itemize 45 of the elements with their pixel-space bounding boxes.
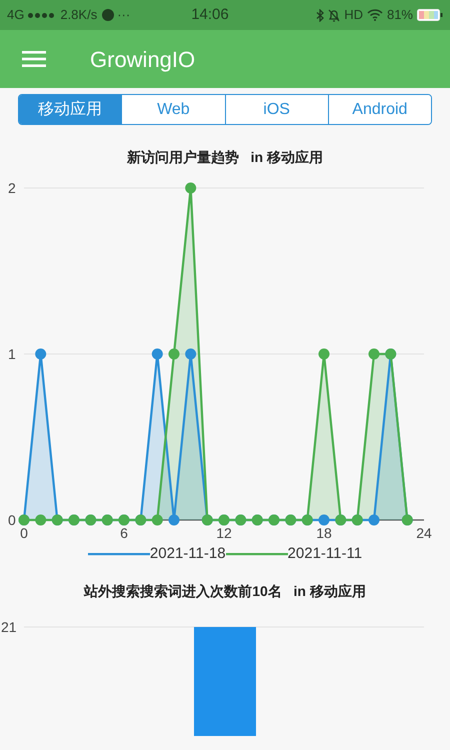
data-point	[168, 514, 180, 526]
x-axis-label: 12	[216, 525, 232, 541]
menu-icon[interactable]	[22, 50, 46, 68]
y-axis-label: 2	[8, 180, 16, 196]
wifi-icon	[366, 9, 383, 21]
data-point	[152, 514, 163, 526]
bluetooth-icon	[316, 8, 324, 22]
more-icon: ···	[117, 5, 130, 25]
data-point	[35, 514, 46, 526]
data-point	[168, 348, 180, 360]
legend-label: 2021-11-11	[288, 544, 362, 564]
legend-line-icon	[88, 552, 150, 556]
data-point	[318, 348, 330, 360]
tab[interactable]: Web	[121, 95, 224, 124]
network-speed: 2.8K/s	[60, 6, 98, 24]
data-point	[185, 182, 196, 194]
battery-icon	[417, 9, 443, 21]
legend-line-icon	[226, 552, 288, 556]
chart-title: 新访问用户量趋势 in 移动应用	[126, 148, 324, 167]
data-point	[185, 348, 196, 360]
data-point	[368, 514, 380, 526]
x-axis-label: 6	[120, 525, 128, 541]
signal-icon	[28, 12, 54, 18]
clock: 14:06	[191, 4, 229, 25]
data-point	[368, 348, 380, 360]
tab[interactable]: Android	[328, 95, 431, 124]
legend-label: 2021-11-18	[150, 544, 226, 564]
hd-label: HD	[344, 6, 363, 24]
y-axis-label: 0	[8, 512, 16, 528]
battery-level: 81%	[386, 6, 413, 24]
x-axis-label: 18	[316, 525, 332, 541]
app-title: GrowingIO	[90, 46, 196, 74]
data-point	[152, 348, 163, 360]
network-label: 4G	[7, 6, 24, 24]
y-axis-label: 1	[8, 346, 16, 362]
bell-off-icon	[328, 8, 340, 22]
tab[interactable]: 移动应用	[19, 95, 122, 124]
x-axis-label: 0	[20, 525, 28, 541]
data-point	[35, 348, 46, 360]
app-icon	[102, 9, 114, 21]
y-axis-label: 21	[1, 619, 17, 635]
x-axis-label: 24	[416, 525, 432, 541]
chart-title: 站外搜索搜索词进入次数前10名 in 移动应用	[82, 582, 367, 601]
data-point	[318, 514, 330, 526]
tab[interactable]: iOS	[224, 95, 328, 124]
